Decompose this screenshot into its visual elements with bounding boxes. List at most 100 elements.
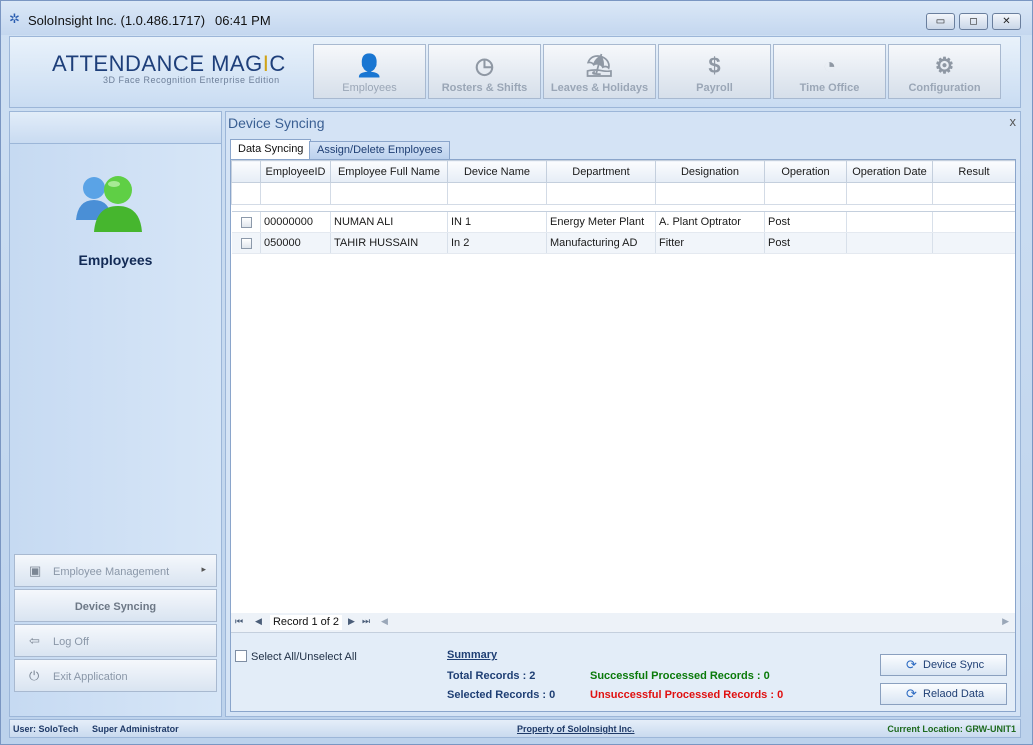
close-panel-icon[interactable]: x [1010, 114, 1017, 129]
first-page-icon[interactable]: ⏮ [235, 616, 243, 627]
status-location: Current Location: GRW-UNIT1 [887, 724, 1016, 734]
cell-department: Energy Meter Plant [546, 211, 656, 233]
nav-time-office[interactable]: ◔ Time Office [773, 44, 886, 99]
nav-label: Time Office [799, 82, 860, 94]
cell-employee-id: 050000 [260, 232, 331, 254]
scroll-right-icon[interactable]: ▶ [1002, 616, 1009, 627]
window-title: SoloInsight Inc. (1.0.486.1717) [28, 13, 206, 28]
tab-assign-delete-employees[interactable]: Assign/Delete Employees [309, 141, 451, 159]
cell-result [932, 232, 1015, 254]
cell-operation: Post [764, 232, 847, 254]
page-title: Device Syncing [228, 115, 325, 131]
column-header[interactable]: EmployeeID [260, 160, 331, 183]
filter-cell[interactable] [846, 182, 933, 205]
button-label: Relaod Data [923, 688, 985, 700]
sync-grid: EmployeeID Employee Full Name Device Nam… [231, 160, 1015, 614]
column-header[interactable]: Device Name [447, 160, 547, 183]
sidebar-button-label: Exit Application [53, 671, 128, 683]
column-header[interactable]: Result [932, 160, 1015, 183]
filter-cell[interactable] [546, 182, 656, 205]
sidebar-header [10, 112, 221, 144]
nav-configuration[interactable]: ⚙ Configuration [888, 44, 1001, 99]
filter-cell[interactable] [932, 182, 1015, 205]
nav-label: Configuration [908, 82, 981, 94]
scroll-left-icon[interactable]: ◀ [381, 616, 388, 627]
minimize-icon: ▭ [935, 16, 946, 27]
device-syncing-button[interactable]: Device Syncing [14, 589, 217, 622]
checkbox-box[interactable] [235, 650, 247, 662]
device-sync-button[interactable]: ⟳ Device Sync [880, 654, 1007, 676]
cell-employee-name: TAHIR HUSSAIN [330, 232, 448, 254]
filter-cell[interactable] [330, 182, 448, 205]
brand-text-end: C [269, 51, 286, 76]
summary-heading: Summary [447, 649, 498, 661]
cell-department: Manufacturing AD [546, 232, 656, 254]
brand-text: ATTENDANCE MAG [52, 51, 263, 76]
nav-label: Employees [342, 82, 397, 94]
row-checkbox[interactable] [240, 216, 252, 228]
successful-records: Successful Processed Records : 0 [590, 670, 770, 682]
selected-records: Selected Records : 0 [447, 689, 556, 701]
cell-designation: Fitter [655, 232, 765, 254]
select-column-header[interactable] [231, 160, 261, 183]
money-bag-icon: $ [708, 53, 721, 78]
gears-icon: ⚙ [934, 53, 955, 78]
employee-management-button[interactable]: ▣ Employee Management ▸ [14, 554, 217, 587]
status-property-link[interactable]: Property of SoloInsight Inc. [517, 724, 635, 734]
next-page-icon[interactable]: ▶ [348, 616, 355, 627]
filter-cell[interactable] [260, 182, 331, 205]
filter-cell[interactable] [764, 182, 847, 205]
cell-operation: Post [764, 211, 847, 233]
nav-payroll[interactable]: $ Payroll [658, 44, 771, 99]
maximize-button[interactable]: ◻ [959, 13, 988, 30]
sync-icon: ⟳ [906, 657, 917, 672]
column-header[interactable]: Employee Full Name [330, 160, 448, 183]
brand-subtitle: 3D Face Recognition Enterprise Edition [103, 75, 280, 85]
button-label: Device Sync [923, 659, 985, 671]
clock-icon: ◔ [822, 53, 837, 78]
tab-data-syncing[interactable]: Data Syncing [230, 139, 312, 160]
sync-table: EmployeeID Employee Full Name Device Nam… [231, 160, 1015, 254]
maximize-icon: ◻ [969, 16, 978, 27]
table-row[interactable]: 050000 TAHIR HUSSAIN In 2 Manufacturing … [231, 232, 1015, 254]
column-header[interactable]: Operation Date [846, 160, 933, 183]
last-page-icon[interactable]: ⏭ [362, 616, 370, 627]
minimize-button[interactable]: ▭ [926, 13, 955, 30]
filter-cell[interactable] [655, 182, 765, 205]
briefcase-icon: ▣ [29, 563, 42, 578]
spacer-cell [231, 204, 1015, 212]
log-off-button[interactable]: ⇦ Log Off [14, 624, 217, 657]
sidebar-button-label: Device Syncing [74, 601, 157, 613]
column-header[interactable]: Designation [655, 160, 765, 183]
filter-cell[interactable] [447, 182, 547, 205]
filter-cell[interactable] [231, 182, 261, 205]
exit-application-button[interactable]: ⏻ Exit Application [14, 659, 217, 692]
beach-icon: ⛱ [585, 53, 614, 78]
row-checkbox[interactable] [240, 237, 252, 249]
select-all-checkbox[interactable]: Select All/Unselect All [235, 650, 357, 663]
nav-label: Payroll [696, 82, 733, 94]
sidebar-button-label: Log Off [53, 636, 89, 648]
nav-label: Rosters & Shifts [441, 82, 528, 94]
close-icon: ✕ [1002, 16, 1011, 27]
row-select[interactable] [231, 232, 261, 254]
section-title: Employees [78, 252, 153, 268]
cell-employee-name: NUMAN ALI [330, 211, 448, 233]
prev-page-icon[interactable]: ◀ [255, 616, 262, 627]
nav-employees[interactable]: 👤 Employees [313, 44, 426, 99]
power-icon: ⏻ [29, 668, 40, 683]
logoff-icon: ⇦ [29, 633, 40, 648]
row-select[interactable] [231, 211, 261, 233]
nav-rosters-shifts[interactable]: ◷ Rosters & Shifts [428, 44, 541, 99]
column-header[interactable]: Department [546, 160, 656, 183]
column-header[interactable]: Operation [764, 160, 847, 183]
nav-leaves-holidays[interactable]: ⛱ Leaves & Holidays [543, 44, 656, 99]
app-header: ATTENDANCE MAGIC 3D Face Recognition Ent… [9, 36, 1021, 108]
status-user: User: SoloTech [13, 724, 79, 734]
close-window-button[interactable]: ✕ [992, 13, 1021, 30]
chevron-right-icon: ▸ [201, 564, 206, 574]
reload-data-button[interactable]: ⟳ Relaod Data [880, 683, 1007, 705]
header-row: EmployeeID Employee Full Name Device Nam… [231, 160, 1015, 183]
table-row[interactable]: 00000000 NUMAN ALI IN 1 Energy Meter Pla… [231, 211, 1015, 233]
app-window: ✲ SoloInsight Inc. (1.0.486.1717) 06:41 … [0, 0, 1033, 745]
